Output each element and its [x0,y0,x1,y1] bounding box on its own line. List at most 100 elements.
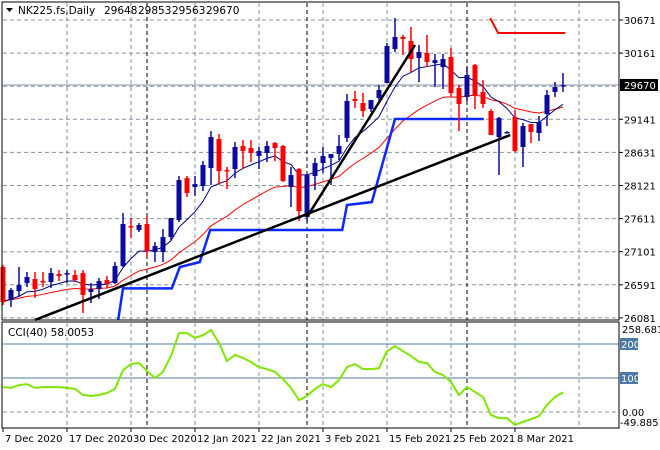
candle-body [208,137,214,169]
candle-body [64,273,70,275]
candle[interactable] [400,34,406,56]
candle-body [120,224,126,267]
candle-body [536,122,542,133]
candle-body [256,150,262,157]
candle-body [464,75,470,98]
candle-body [240,145,246,151]
trendline[interactable] [34,133,511,322]
cci-min-label: -49.8851 [620,418,660,429]
candle-body [160,237,166,253]
date-label: 25 Feb 2021 [453,434,515,445]
candle[interactable] [464,66,470,101]
current-price-label: 29670 [624,81,656,92]
candle[interactable] [104,276,110,289]
candle[interactable] [448,48,454,97]
candle[interactable] [360,93,366,118]
candle[interactable] [344,93,350,143]
candle[interactable] [72,270,78,283]
candle[interactable] [160,229,166,263]
date-label: 12 Jan 2021 [197,434,257,445]
candle[interactable] [472,64,478,110]
candle-body [456,88,462,104]
candle-body [424,53,430,62]
candle[interactable] [384,43,390,84]
candle[interactable] [112,262,118,285]
candle-body [176,180,182,221]
candle[interactable] [280,145,286,182]
price-tick-label: 30671 [624,16,656,27]
candle[interactable] [80,270,86,313]
candle[interactable] [144,216,150,258]
candle-body [504,132,510,134]
candle[interactable] [56,270,62,282]
candle[interactable] [456,85,462,132]
price-tick-label: 28631 [624,148,656,159]
candle[interactable] [240,140,246,170]
candle[interactable] [416,44,422,83]
candle[interactable] [256,147,262,170]
candle[interactable] [272,142,278,162]
candle[interactable] [352,91,358,109]
candle[interactable] [16,267,22,298]
candle[interactable] [120,213,126,268]
candle[interactable] [552,82,558,98]
candle-body [56,274,62,277]
symbol-label: NK225.fs,Daily [18,5,95,17]
candle[interactable] [216,134,222,186]
candle[interactable] [496,117,502,176]
candle[interactable] [544,90,550,127]
candle[interactable] [136,223,142,233]
candle[interactable] [288,167,294,208]
candle[interactable] [424,34,430,67]
candle[interactable] [208,131,214,186]
candle[interactable] [440,54,446,89]
candle[interactable] [128,218,134,239]
candle[interactable] [560,73,566,92]
candle-body [88,289,94,293]
cci-level-100-label: 100 [621,374,640,385]
candle[interactable] [392,17,398,52]
candle[interactable] [504,131,510,134]
candle[interactable] [296,168,302,222]
date-label: 15 Feb 2021 [389,434,451,445]
candle-body [552,87,558,93]
candle-body [80,273,86,295]
candle-body [48,273,54,283]
candle[interactable] [248,140,254,163]
candle[interactable] [200,161,206,192]
candle-body [296,169,302,212]
candle-body [0,267,6,302]
candle[interactable] [152,242,158,263]
open-value: 29648 [104,5,137,17]
cci-level-200-label: 200 [621,340,640,351]
candle[interactable] [32,272,38,298]
candle[interactable] [528,124,534,143]
candle-body [288,175,294,188]
candle[interactable] [0,265,6,305]
candle-body [512,117,518,151]
candle-body [528,124,534,133]
candle[interactable] [192,176,198,197]
candle-body [184,178,190,194]
candle[interactable] [432,54,438,88]
candle[interactable] [520,122,526,168]
candle-body [416,51,422,59]
candle[interactable] [176,176,182,223]
candle[interactable] [336,135,342,160]
candle-body [40,281,46,283]
candle[interactable] [184,176,190,198]
chart-header: NK225.fs,Daily 29648 29853 29563 29670 [6,5,239,17]
candle[interactable] [8,288,14,307]
candle-body [144,224,150,252]
candle[interactable] [488,109,494,136]
candle-body [224,169,230,172]
grid [3,3,619,428]
candle-body [368,100,374,110]
date-label: 22 Jan 2021 [261,434,321,445]
candle[interactable] [168,218,174,241]
candle-body [352,99,358,101]
candle[interactable] [480,80,486,109]
candle-body [432,60,438,64]
collapse-triangle-icon[interactable] [6,8,13,12]
candle-body [384,46,390,84]
